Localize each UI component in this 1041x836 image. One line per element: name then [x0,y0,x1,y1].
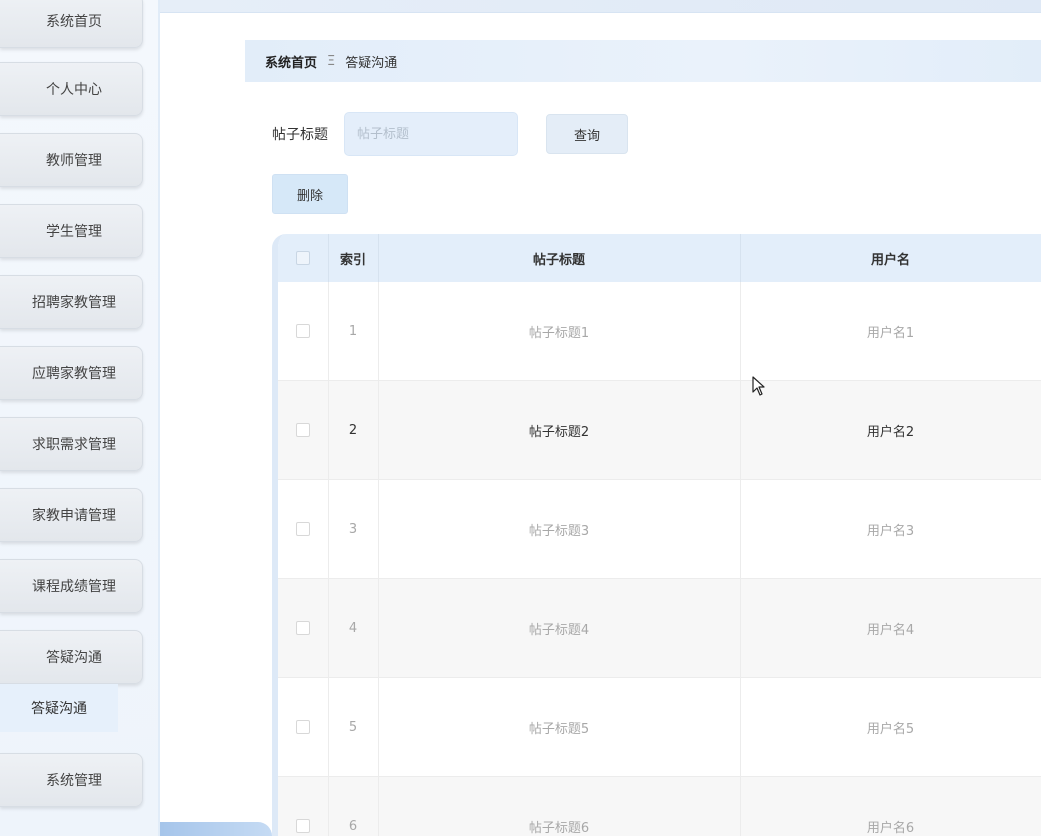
cell-username: 用户名2 [740,380,1041,480]
row-checkbox[interactable] [295,621,310,635]
cell-index: 2 [328,380,379,480]
sidebar-item-tutor-application[interactable]: 家教申请管理 [0,488,143,542]
mouse-cursor-icon [752,376,765,396]
row-select-cell [278,776,329,836]
breadcrumb-current: 答疑沟通 [345,55,398,71]
sidebar-item-label: 家教申请管理 [32,508,116,524]
sidebar-item-label: 系统管理 [46,773,102,789]
query-button[interactable]: 查询 [546,114,628,154]
row-checkbox[interactable] [295,324,310,338]
cell-username: 用户名5 [740,677,1041,777]
row-select-cell [278,282,329,381]
search-label: 帖子标题 [272,127,328,143]
row-checkbox[interactable] [295,720,310,734]
sidebar-item-personal-center[interactable]: 个人中心 [0,62,143,116]
column-header-title: 帖子标题 [378,234,741,282]
row-select-cell [278,578,329,678]
column-header-index: 索引 [328,234,379,282]
cell-title: 帖子标题5 [378,677,741,777]
select-all-header [278,234,329,282]
sidebar-item-label: 个人中心 [46,82,102,98]
row-select-cell [278,479,329,579]
sidebar-item-label: 教师管理 [46,153,102,169]
table-row[interactable]: 1 帖子标题1 用户名1 [278,282,1041,381]
cell-title: 帖子标题4 [378,578,741,678]
sidebar-item-system-management[interactable]: 系统管理 [0,753,143,807]
cell-title: 帖子标题1 [378,282,741,381]
cell-username: 用户名6 [740,776,1041,836]
breadcrumb-separator-icon: Ξ [327,53,336,69]
submenu-item-qa[interactable]: 答疑沟通 [0,684,118,732]
sidebar-item-qa[interactable]: 答疑沟通 [0,630,143,684]
cell-index: 6 [328,776,379,836]
sidebar-item-home[interactable]: 系统首页 [0,0,143,48]
sidebar-item-teacher-management[interactable]: 教师管理 [0,133,143,187]
table-header-row: 索引 帖子标题 用户名 [278,234,1041,282]
sidebar-item-recruit-tutor[interactable]: 招聘家教管理 [0,275,143,329]
breadcrumb-home[interactable]: 系统首页 [265,52,317,71]
table-row[interactable]: 5 帖子标题5 用户名5 [278,677,1041,777]
decorative-wave [160,822,272,836]
sidebar-item-label: 系统首页 [46,14,102,30]
cell-username: 用户名4 [740,578,1041,678]
table-row[interactable]: 3 帖子标题3 用户名3 [278,479,1041,579]
sidebar-item-label: 学生管理 [46,224,102,240]
cell-title: 帖子标题6 [378,776,741,836]
row-checkbox[interactable] [295,819,310,833]
sidebar: 系统首页 个人中心 教师管理 学生管理 招聘家教管理 应聘家教管理 求职需求管理… [0,0,160,836]
row-checkbox[interactable] [295,522,310,536]
breadcrumb: 系统首页 Ξ 答疑沟通 [245,40,1041,82]
cell-title: 帖子标题3 [378,479,741,579]
search-input[interactable] [344,112,518,156]
sidebar-item-label: 求职需求管理 [32,437,116,453]
sidebar-item-label: 课程成绩管理 [32,579,116,595]
submenu-item-label: 答疑沟通 [31,701,87,717]
sidebar-item-apply-tutor[interactable]: 应聘家教管理 [0,346,143,400]
select-all-checkbox[interactable] [295,251,310,265]
data-table: 索引 帖子标题 用户名 1 帖子标题1 用户名1 2 帖子标题2 用户名2 3 … [272,234,1041,836]
column-header-username: 用户名 [740,234,1041,282]
sidebar-item-course-grades[interactable]: 课程成绩管理 [0,559,143,613]
cell-index: 1 [328,282,379,381]
table-row[interactable]: 6 帖子标题6 用户名6 [278,776,1041,836]
table-row[interactable]: 4 帖子标题4 用户名4 [278,578,1041,678]
top-header-strip [160,0,1041,13]
sidebar-item-student-management[interactable]: 学生管理 [0,204,143,258]
sidebar-item-job-demand[interactable]: 求职需求管理 [0,417,143,471]
cell-index: 5 [328,677,379,777]
sidebar-item-label: 应聘家教管理 [32,366,116,382]
row-select-cell [278,677,329,777]
cell-username: 用户名1 [740,282,1041,381]
cell-username: 用户名3 [740,479,1041,579]
sidebar-item-label: 答疑沟通 [46,650,102,666]
table-row[interactable]: 2 帖子标题2 用户名2 [278,380,1041,480]
cell-title: 帖子标题2 [378,380,741,480]
row-checkbox[interactable] [295,423,310,437]
sidebar-item-label: 招聘家教管理 [32,295,116,311]
cell-index: 3 [328,479,379,579]
delete-button[interactable]: 删除 [272,174,348,214]
row-select-cell [278,380,329,480]
cell-index: 4 [328,578,379,678]
